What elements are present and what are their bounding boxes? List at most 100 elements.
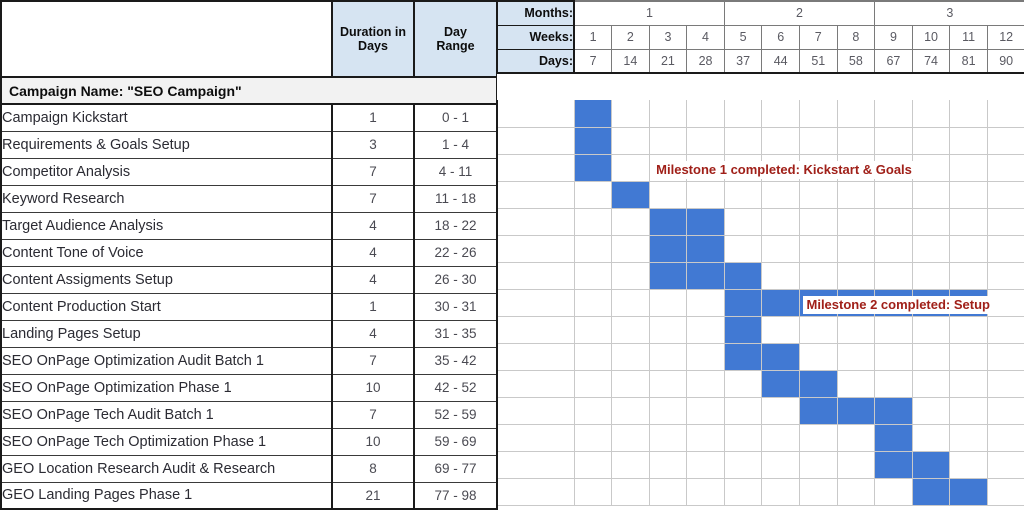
gantt-cell xyxy=(837,127,876,155)
gantt-cell xyxy=(837,478,876,506)
gantt-cell xyxy=(912,127,951,155)
gantt-cell xyxy=(874,262,913,290)
gantt-cell xyxy=(724,235,763,263)
gantt-bar-segment[interactable] xyxy=(837,397,876,425)
gantt-bar-segment[interactable] xyxy=(761,370,800,398)
days-label: Days: xyxy=(496,49,575,74)
week-header-cell: 10 xyxy=(911,24,951,50)
table-row[interactable]: Landing Pages Setup 4 31 - 35 xyxy=(0,320,498,348)
gantt-row xyxy=(496,478,1024,506)
gantt-bar-segment[interactable] xyxy=(761,289,800,317)
gantt-cell xyxy=(611,343,650,371)
gantt-cell xyxy=(496,343,575,371)
gantt-bar-segment[interactable] xyxy=(912,451,951,479)
gantt-cell xyxy=(611,289,650,317)
gantt-bar-segment[interactable] xyxy=(611,181,650,209)
task-day-range-cell: 0 - 1 xyxy=(414,104,498,132)
week-header-cell: 12 xyxy=(986,24,1024,50)
gantt-cell xyxy=(874,478,913,506)
gantt-cell xyxy=(987,181,1024,209)
task-day-range-cell: 69 - 77 xyxy=(414,455,498,483)
task-duration-cell: 4 xyxy=(332,212,415,240)
gantt-cell xyxy=(799,100,838,128)
task-duration-cell: 7 xyxy=(332,185,415,213)
gantt-bar-segment[interactable] xyxy=(686,262,725,290)
gantt-cell xyxy=(761,100,800,128)
gantt-cell xyxy=(649,316,688,344)
gantt-cell xyxy=(987,127,1024,155)
gantt-bar-segment[interactable] xyxy=(649,235,688,263)
gantt-cell xyxy=(949,127,988,155)
gantt-bar-segment[interactable] xyxy=(724,262,763,290)
gantt-bar-segment[interactable] xyxy=(574,100,613,128)
table-row[interactable]: GEO Location Research Audit & Research 8 6… xyxy=(0,455,498,483)
gantt-panel: Months: 1 2 3 Weeks: 1 2 3 4 5 6 7 8 9 10 11 12 Days: 7 14 2… xyxy=(496,0,1024,513)
table-row[interactable]: SEO OnPage Optimization Audit Batch 1 7 35… xyxy=(0,347,498,375)
gantt-bar-segment[interactable] xyxy=(649,262,688,290)
gantt-bar-segment[interactable] xyxy=(724,316,763,344)
task-table-panel: Duration in Days Day Range Campaign Name… xyxy=(0,0,498,513)
task-duration-cell: 4 xyxy=(332,239,415,267)
table-row[interactable]: Campaign Kickstart 1 0 - 1 xyxy=(0,104,498,132)
gantt-bar-segment[interactable] xyxy=(949,478,988,506)
gantt-bar-segment[interactable] xyxy=(724,343,763,371)
task-duration-cell: 3 xyxy=(332,131,415,159)
table-row[interactable]: SEO OnPage Optimization Phase 1 10 42 - 52 xyxy=(0,374,498,402)
gantt-cell xyxy=(837,208,876,236)
week-header-cell: 8 xyxy=(836,24,876,50)
task-day-range-cell: 18 - 22 xyxy=(414,212,498,240)
gantt-bar-segment[interactable] xyxy=(874,397,913,425)
gantt-bar-segment[interactable] xyxy=(874,424,913,452)
gantt-cell xyxy=(761,235,800,263)
gantt-cell xyxy=(949,343,988,371)
gantt-bar-segment[interactable] xyxy=(574,127,613,155)
day-header-cell: 28 xyxy=(686,48,725,74)
gantt-bar-segment[interactable] xyxy=(912,478,951,506)
table-row[interactable]: SEO OnPage Tech Audit Batch 1 7 52 - 59 xyxy=(0,401,498,429)
week-header-cell: 4 xyxy=(686,24,725,50)
week-header-cell: 6 xyxy=(761,24,800,50)
gantt-row xyxy=(496,451,1024,479)
week-header-cell: 9 xyxy=(874,24,913,50)
gantt-bar-segment[interactable] xyxy=(649,208,688,236)
table-row[interactable]: Requirements & Goals Setup 3 1 - 4 xyxy=(0,131,498,159)
table-row[interactable]: Content Assigments Setup 4 26 - 30 xyxy=(0,266,498,294)
gantt-bar-segment[interactable] xyxy=(574,154,613,182)
month-header-cell: 1 xyxy=(573,0,725,26)
table-row[interactable]: Keyword Research 7 11 - 18 xyxy=(0,185,498,213)
task-day-range-cell: 11 - 18 xyxy=(414,185,498,213)
day-header-cell: 67 xyxy=(874,48,913,74)
table-row[interactable]: Content Production Start 1 30 - 31 xyxy=(0,293,498,321)
task-name-cell: Content Production Start xyxy=(0,293,333,321)
gantt-bar-segment[interactable] xyxy=(761,343,800,371)
gantt-cell xyxy=(799,208,838,236)
gantt-cell xyxy=(724,424,763,452)
table-row[interactable]: SEO OnPage Tech Optimization Phase 1 10 59… xyxy=(0,428,498,456)
gantt-cell xyxy=(724,478,763,506)
gantt-bar-segment[interactable] xyxy=(686,208,725,236)
task-day-range-cell: 59 - 69 xyxy=(414,428,498,456)
table-row[interactable]: Content Tone of Voice 4 22 - 26 xyxy=(0,239,498,267)
task-name-cell: Landing Pages Setup xyxy=(0,320,333,348)
week-header-cell: 11 xyxy=(949,24,988,50)
table-row[interactable]: Target Audience Analysis 4 18 - 22 xyxy=(0,212,498,240)
gantt-cell xyxy=(987,397,1024,425)
table-row[interactable]: GEO Landing Pages Phase 1 21 77 - 98 xyxy=(0,482,498,510)
gantt-bar-segment[interactable] xyxy=(799,370,838,398)
gantt-cell xyxy=(837,100,876,128)
milestone-label: Milestone 2 completed: Setup xyxy=(802,296,994,314)
gantt-cell xyxy=(874,181,913,209)
gantt-bar-segment[interactable] xyxy=(724,289,763,317)
gantt-cell xyxy=(574,208,613,236)
task-duration-cell: 1 xyxy=(332,293,415,321)
task-name-cell: Target Audience Analysis xyxy=(0,212,333,240)
day-header-cell: 37 xyxy=(723,48,763,74)
gantt-bar-segment[interactable] xyxy=(799,397,838,425)
task-duration-cell: 4 xyxy=(332,266,415,294)
gantt-cell xyxy=(837,316,876,344)
task-duration-cell: 21 xyxy=(332,482,415,510)
gantt-bar-segment[interactable] xyxy=(874,451,913,479)
table-row[interactable]: Competitor Analysis 7 4 - 11 xyxy=(0,158,498,186)
gantt-cell xyxy=(949,370,988,398)
gantt-bar-segment[interactable] xyxy=(686,235,725,263)
